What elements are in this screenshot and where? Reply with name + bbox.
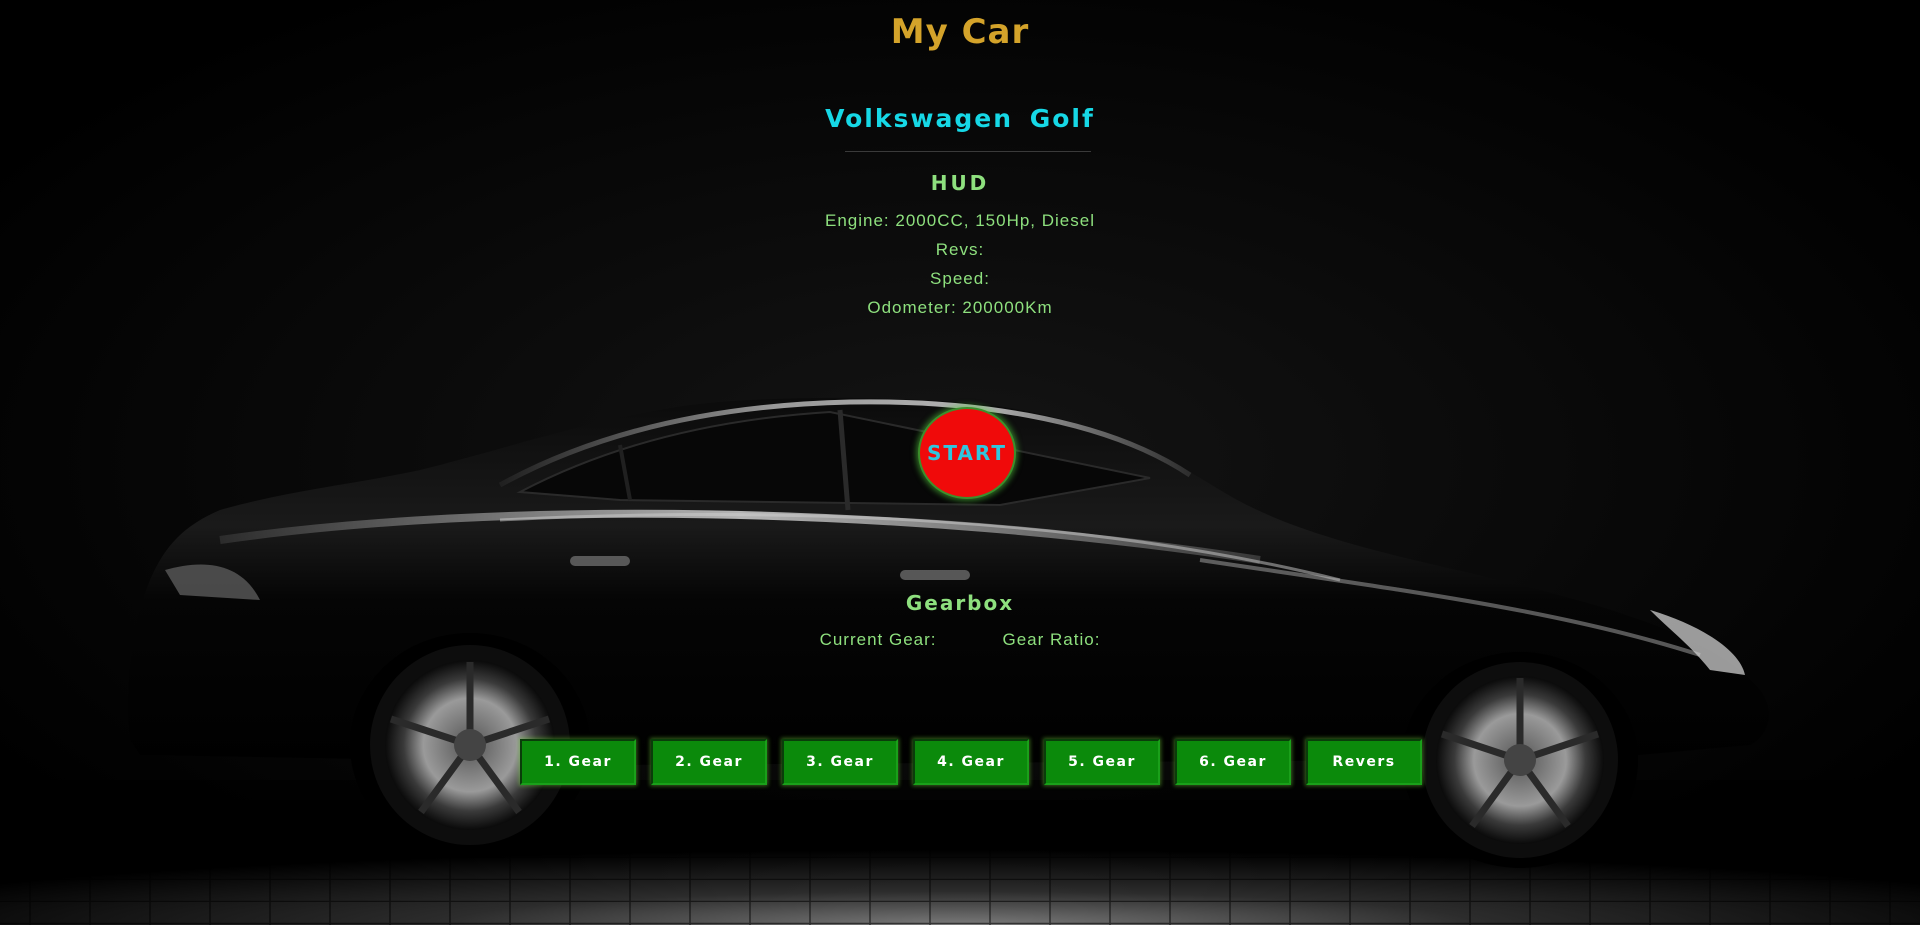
main-content: My Car Volkswagen Golf HUD Engine: 2000C… [0, 0, 1920, 925]
current-gear-label: Current Gear: [819, 630, 937, 649]
hud-heading: HUD [930, 171, 990, 195]
reverse-gear-button[interactable]: Revers [1306, 739, 1422, 785]
car-name: Volkswagen Golf [825, 104, 1095, 133]
gear-4-button[interactable]: 4. Gear [913, 739, 1029, 785]
gear-1-button[interactable]: 1. Gear [520, 739, 636, 785]
gear-5-button[interactable]: 5. Gear [1044, 739, 1160, 785]
gearbox-heading: Gearbox [905, 591, 1015, 615]
start-button[interactable]: START [918, 407, 1016, 499]
gear-6-button[interactable]: 6. Gear [1175, 739, 1291, 785]
hud-engine-info: Engine: 2000CC, 150Hp, Diesel [825, 211, 1095, 230]
hud-odometer: Odometer: 200000Km [867, 298, 1053, 317]
hud-speed: Speed: [930, 269, 990, 288]
hud-revs: Revs: [935, 240, 985, 259]
gear-2-button[interactable]: 2. Gear [651, 739, 767, 785]
gear-ratio-label: Gear Ratio: [1002, 630, 1101, 649]
gear-3-button[interactable]: 3. Gear [782, 739, 898, 785]
page-title: My Car [890, 12, 1030, 52]
gear-button-group: 1. Gear 2. Gear 3. Gear 4. Gear 5. Gear … [520, 739, 1422, 785]
gearbox-info: Current Gear: Gear Ratio: [0, 630, 1920, 650]
divider [845, 151, 1091, 152]
